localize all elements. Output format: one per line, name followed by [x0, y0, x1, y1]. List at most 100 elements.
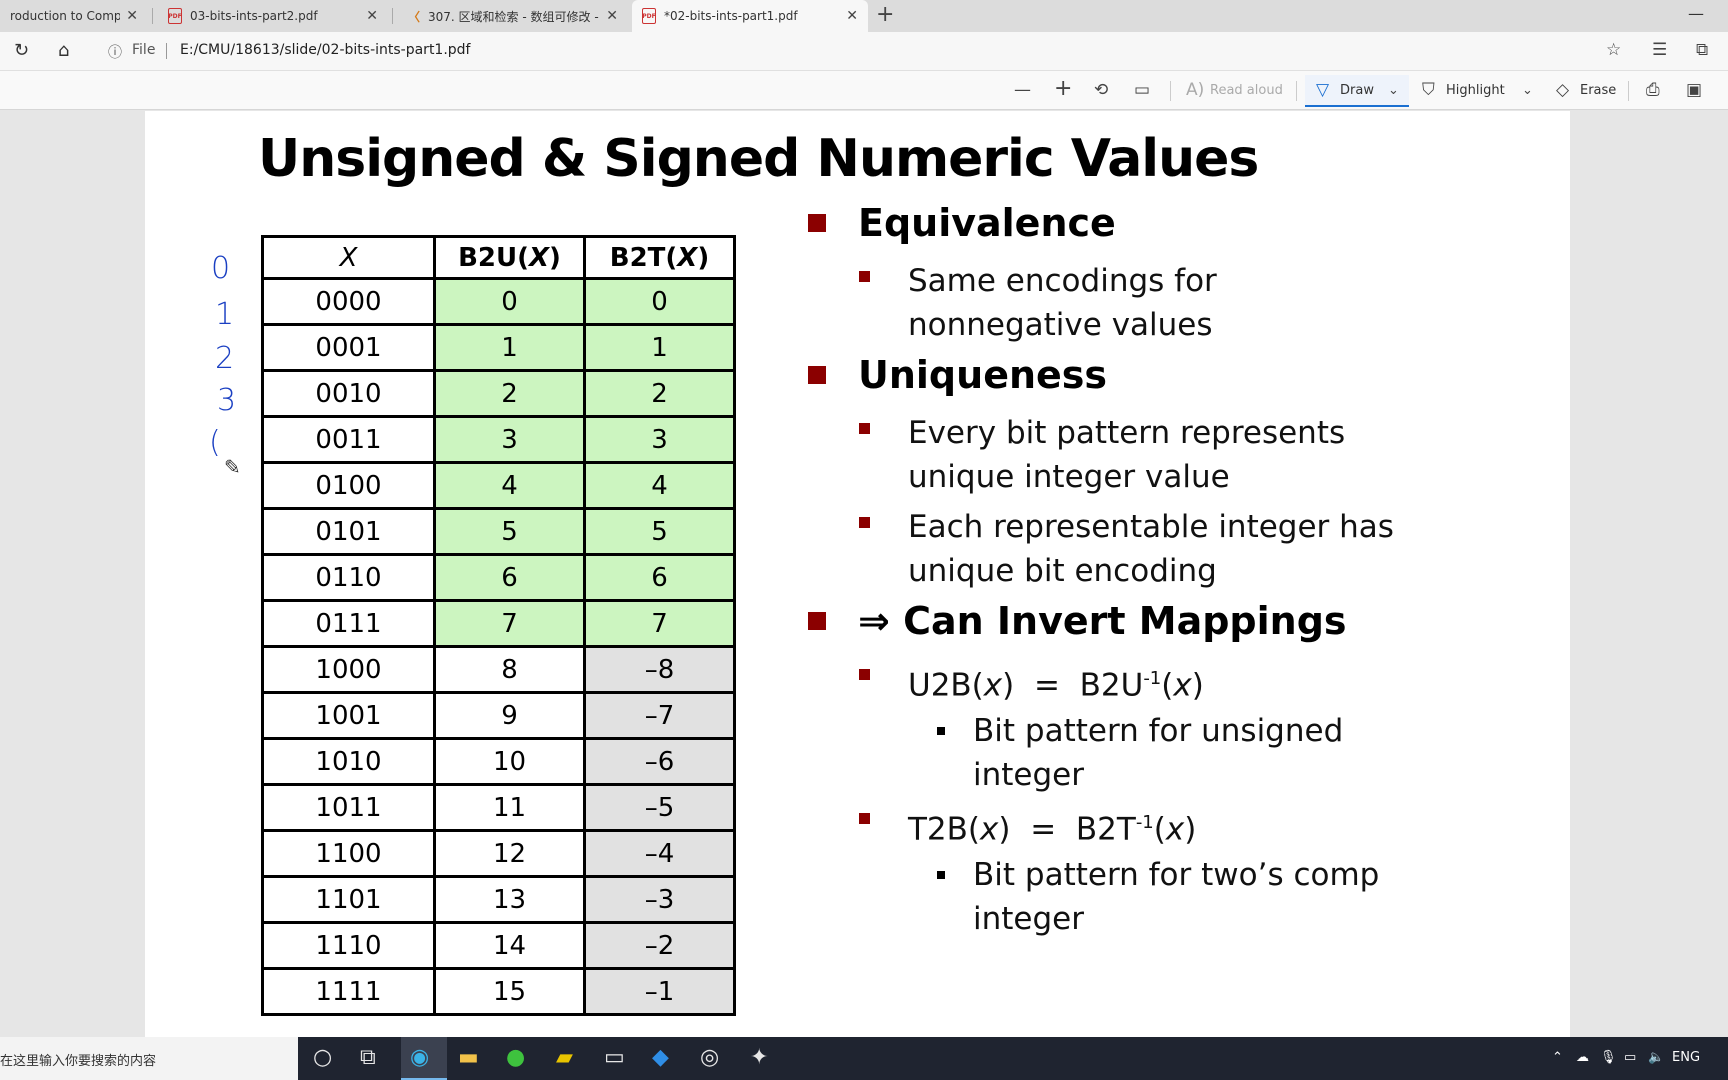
bullet-heading: ⇒ Can Invert Mappings — [858, 599, 1347, 643]
bit-pattern-cell: 1111 — [261, 967, 436, 1016]
bullet-invert: ⇒ Can Invert Mappings — [808, 599, 1347, 643]
table-row: 0110 6 6 — [261, 553, 736, 602]
favorites-list-icon[interactable]: ☰ — [1652, 40, 1667, 60]
table-row: 1110 14 –2 — [261, 921, 736, 970]
terminal-icon[interactable]: ▭ — [604, 1045, 625, 1070]
network-icon[interactable]: ▭ — [1624, 1050, 1636, 1065]
close-icon[interactable]: ✕ — [366, 8, 378, 24]
chevron-down-icon[interactable]: ⌄ — [1388, 83, 1399, 98]
microphone-icon[interactable]: 🎙 — [1600, 1050, 1617, 1065]
table-row: 0001 1 1 — [261, 323, 736, 372]
unsigned-value-cell: 11 — [433, 783, 586, 832]
t2b-formula: T2B(x) = B2T-1(x) — [908, 811, 1197, 848]
tab-part2[interactable]: PDF 03-bits-ints-part2.pdf ✕ — [158, 0, 388, 32]
task-view-icon[interactable]: ⧉ — [360, 1045, 376, 1070]
refresh-icon[interactable]: ↻ — [14, 40, 29, 61]
slide-title: Unsigned & Signed Numeric Values — [258, 129, 1259, 189]
table-row: 0000 0 0 — [261, 277, 736, 326]
pdf-toolbar: — + ⟲ ▭ A) Read aloud ▽ Draw ⌄ ⛉ Highlig… — [0, 70, 1728, 110]
bit-pattern-cell: 1110 — [261, 921, 436, 970]
tab-leetcode[interactable]: 〈 307. 区域和检索 - 数组可修改 - ✕ — [398, 0, 628, 32]
toolbar-divider — [1296, 81, 1297, 101]
highlight-label[interactable]: Highlight — [1446, 83, 1505, 98]
unsigned-value-cell: 4 — [433, 461, 586, 510]
sub-bullet-text: Each representable integer has unique bi… — [908, 509, 1394, 589]
pencil-cursor-icon: ✎ — [224, 455, 241, 479]
draw-pen-icon: ▽ — [1316, 80, 1330, 100]
volume-icon[interactable]: 🔈 — [1648, 1050, 1664, 1065]
app-icon[interactable]: ▰ — [556, 1045, 573, 1070]
edge-browser-icon[interactable]: ◉ — [410, 1045, 429, 1070]
bit-pattern-cell: 1000 — [261, 645, 436, 694]
favorite-star-icon[interactable]: ☆ — [1606, 40, 1621, 60]
print-icon[interactable]: ⎙ — [1646, 80, 1660, 100]
tab-divider — [152, 8, 153, 24]
input-language[interactable]: ENG — [1672, 1050, 1700, 1065]
vscode-icon[interactable]: ◆ — [652, 1045, 669, 1070]
zoom-in-icon[interactable]: + — [1054, 76, 1072, 101]
bit-pattern-cell: 1100 — [261, 829, 436, 878]
close-icon[interactable]: ✕ — [126, 8, 138, 24]
table-row: 1101 13 –3 — [261, 875, 736, 924]
url-field[interactable]: E:/CMU/18613/slide/02-bits-ints-part1.pd… — [180, 42, 471, 58]
twos-comp-value-cell: 2 — [583, 369, 736, 418]
table-row: 0010 2 2 — [261, 369, 736, 418]
minimize-icon[interactable]: — — [1688, 4, 1704, 23]
tray-chevron-icon[interactable]: ⌃ — [1552, 1050, 1563, 1065]
pdf-page: Unsigned & Signed Numeric Values 0 1 2 3… — [145, 111, 1570, 1037]
wechat-icon[interactable]: ● — [506, 1045, 525, 1070]
unsigned-value-cell: 12 — [433, 829, 586, 878]
eraser-icon[interactable]: ◇ — [1556, 80, 1569, 100]
bullet-equivalence: Equivalence — [808, 201, 1116, 245]
column-header: B2U(X) — [433, 235, 586, 280]
sub-bullet-text: Same encodings for nonnegative values — [908, 263, 1217, 343]
cortana-circle-icon[interactable]: ○ — [313, 1045, 332, 1070]
bullet-square-icon — [859, 813, 870, 824]
info-icon[interactable]: ⓘ — [108, 42, 122, 62]
collections-icon[interactable]: ⧉ — [1696, 40, 1708, 60]
ink-annotation: 3 — [217, 383, 237, 418]
toolbar-divider — [1170, 81, 1171, 101]
unsigned-value-cell: 10 — [433, 737, 586, 786]
bit-pattern-cell: 0110 — [261, 553, 436, 602]
unsigned-value-cell: 15 — [433, 967, 586, 1016]
fit-page-icon[interactable]: ▭ — [1134, 80, 1150, 100]
twos-comp-value-cell: –6 — [583, 737, 736, 786]
file-explorer-icon[interactable]: ▬ — [458, 1045, 479, 1070]
pdf-icon: PDF — [168, 8, 182, 24]
twos-comp-value-cell: 5 — [583, 507, 736, 556]
taskbar-search-box[interactable]: 在这里输入你要搜索的内容 — [0, 1037, 298, 1080]
app-icon[interactable]: ✦ — [750, 1045, 768, 1070]
save-icon[interactable]: ▣ — [1686, 80, 1702, 100]
erase-label[interactable]: Erase — [1580, 83, 1616, 98]
bit-pattern-cell: 1101 — [261, 875, 436, 924]
highlight-icon[interactable]: ⛉ — [1422, 80, 1435, 100]
bullet-square-icon — [808, 214, 826, 232]
url-scheme: File — [132, 42, 156, 58]
sub-bullet-text: Every bit pattern represents unique inte… — [908, 415, 1346, 495]
chevron-down-icon[interactable]: ⌄ — [1522, 83, 1533, 98]
rotate-icon[interactable]: ⟲ — [1094, 80, 1108, 100]
bit-pattern-cell: 0111 — [261, 599, 436, 648]
tab-intro[interactable]: roduction to Compute ✕ — [0, 0, 148, 32]
tab-title: 307. 区域和检索 - 数组可修改 - — [428, 9, 599, 24]
table-row: 1111 15 –1 — [261, 967, 736, 1016]
unsigned-value-cell: 6 — [433, 553, 586, 602]
document-viewport[interactable]: Unsigned & Signed Numeric Values 0 1 2 3… — [0, 111, 1728, 1037]
close-icon[interactable]: ✕ — [606, 8, 618, 24]
obs-icon[interactable]: ◎ — [700, 1045, 719, 1070]
onedrive-icon[interactable]: ☁ — [1576, 1050, 1589, 1065]
home-icon[interactable]: ⌂ — [58, 40, 69, 61]
address-bar: ↻ ⌂ ⓘ File E:/CMU/18613/slide/02-bits-in… — [0, 32, 1728, 70]
tab-part1[interactable]: PDF *02-bits-ints-part1.pdf ✕ — [632, 0, 868, 32]
bit-pattern-cell: 0101 — [261, 507, 436, 556]
table-row: 0011 3 3 — [261, 415, 736, 464]
bullet-square-icon — [808, 612, 826, 630]
zoom-out-icon[interactable]: — — [1014, 80, 1031, 100]
unsigned-value-cell: 7 — [433, 599, 586, 648]
close-icon[interactable]: ✕ — [846, 8, 858, 24]
new-tab-plus-icon[interactable]: + — [876, 2, 894, 27]
table-row: 1001 9 –7 — [261, 691, 736, 740]
bit-pattern-cell: 0000 — [261, 277, 436, 326]
unsigned-value-cell: 3 — [433, 415, 586, 464]
